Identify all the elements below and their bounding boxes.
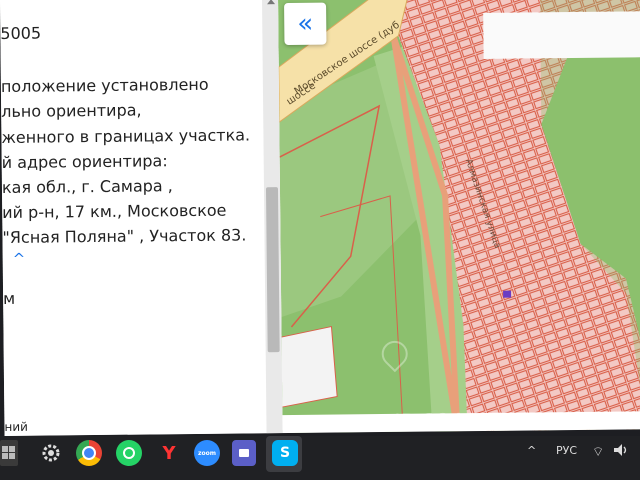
skype-icon[interactable]: S xyxy=(272,440,298,466)
cadastral-map[interactable]: шоссе Московское шоссе (дуб Алмазинская … xyxy=(277,0,640,434)
collapse-panel-button[interactable]: « xyxy=(284,2,327,46)
screen: 5005 положение установлено льно ориентир… xyxy=(0,0,640,436)
scrollbar-thumb[interactable] xyxy=(265,187,280,353)
watermark: ID 324407648 xyxy=(394,408,544,434)
whatsapp-icon[interactable] xyxy=(116,440,142,466)
teams-icon[interactable] xyxy=(232,440,256,466)
settings-icon[interactable] xyxy=(38,440,64,466)
info-line: кая обл., г. Самара , xyxy=(1,176,173,197)
windows-icon[interactable] xyxy=(0,440,18,466)
language-indicator[interactable]: РУС xyxy=(556,444,577,457)
map-canvas: шоссе Московское шоссе (дуб Алмазинская … xyxy=(277,0,640,434)
selected-parcel-marker xyxy=(503,290,512,298)
info-line: "Ясная Поляна" , Участок 83. xyxy=(2,225,247,247)
yandex-icon[interactable]: Y xyxy=(156,440,182,466)
tray-chevron-icon[interactable]: ^ xyxy=(527,444,536,457)
collapse-chevron-icon[interactable]: ^ xyxy=(13,250,26,268)
info-line-number: 5005 xyxy=(0,23,42,43)
info-line: й адрес ориентира: xyxy=(1,151,168,172)
double-chevron-left-icon: « xyxy=(297,8,314,39)
info-line: положение установлено xyxy=(0,74,209,96)
taskbar: Y zoom S ^ РУС ⌔ xyxy=(0,436,640,480)
map-search-box[interactable] xyxy=(483,11,640,59)
info-line-partial: ний xyxy=(4,419,28,434)
zoom-icon[interactable]: zoom xyxy=(194,440,220,466)
info-line: женного в границах участка. xyxy=(1,125,251,147)
scroll-up-arrow-icon[interactable] xyxy=(267,0,276,5)
info-line: ий р-н, 17 км., Московское xyxy=(2,200,227,222)
info-line: льно ориентира, xyxy=(1,100,142,121)
volume-icon[interactable] xyxy=(614,444,628,459)
listing-info-panel: 5005 положение установлено льно ориентир… xyxy=(0,0,285,436)
info-line: м xyxy=(3,288,16,308)
chrome-icon[interactable] xyxy=(76,440,102,466)
parcel-white xyxy=(281,325,338,408)
wifi-icon[interactable]: ⌔ xyxy=(592,444,604,460)
